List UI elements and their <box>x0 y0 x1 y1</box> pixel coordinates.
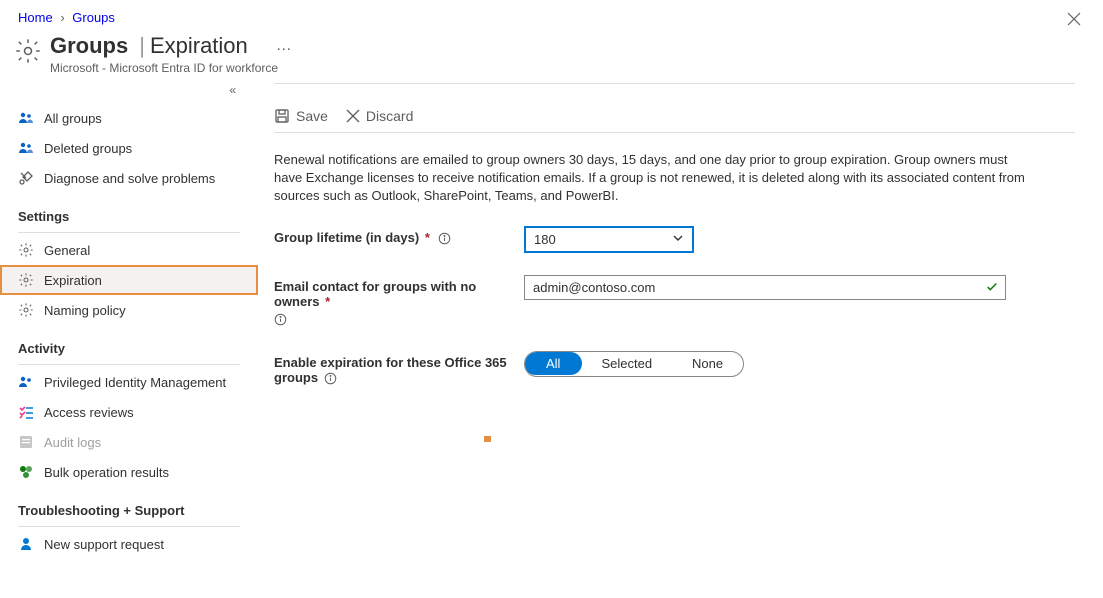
sidebar-item-diagnose[interactable]: Diagnose and solve problems <box>0 163 258 193</box>
gear-icon <box>18 272 34 288</box>
info-icon[interactable] <box>274 313 524 329</box>
sidebar-section-settings: Settings <box>0 193 258 230</box>
sidebar-section-activity: Activity <box>0 325 258 362</box>
page-header: Groups | Expiration … Microsoft - Micros… <box>0 33 1103 83</box>
sidebar-item-general[interactable]: General <box>0 235 258 265</box>
email-value: admin@contoso.com <box>533 280 655 295</box>
sidebar-item-access-reviews[interactable]: Access reviews <box>0 397 258 427</box>
info-icon[interactable] <box>438 232 451 245</box>
lifetime-select[interactable]: 180 <box>524 226 694 253</box>
check-icon <box>985 280 999 297</box>
sidebar-label: Expiration <box>44 273 102 288</box>
main-content: Save Discard Renewal notifications are e… <box>258 83 1103 559</box>
sidebar-item-audit-logs[interactable]: Audit logs <box>0 427 258 457</box>
breadcrumb: Home › Groups <box>0 0 1103 33</box>
sidebar-label: Naming policy <box>44 303 126 318</box>
email-input[interactable]: admin@contoso.com <box>524 275 1006 300</box>
gear-icon <box>18 242 34 258</box>
sidebar-label: Deleted groups <box>44 141 132 156</box>
enable-label: Enable expiration for these Office 365 g… <box>274 351 524 385</box>
sidebar-item-bulk-results[interactable]: Bulk operation results <box>0 457 258 487</box>
seg-all[interactable]: All <box>524 352 582 375</box>
selection-marker <box>484 436 491 442</box>
breadcrumb-groups[interactable]: Groups <box>72 10 115 25</box>
sidebar: « All groups Deleted groups Diagnose and… <box>0 83 258 559</box>
sidebar-item-support-request[interactable]: New support request <box>0 529 258 559</box>
close-button[interactable] <box>1063 8 1085 35</box>
sidebar-label: Privileged Identity Management <box>44 375 226 390</box>
gear-icon <box>14 37 42 65</box>
email-label: Email contact for groups with no owners … <box>274 275 524 329</box>
bulk-icon <box>18 464 34 480</box>
sidebar-label: General <box>44 243 90 258</box>
sidebar-item-all-groups[interactable]: All groups <box>0 103 258 133</box>
breadcrumb-home[interactable]: Home <box>18 10 53 25</box>
sidebar-item-pim[interactable]: Privileged Identity Management <box>0 367 258 397</box>
sidebar-label: New support request <box>44 537 164 552</box>
sidebar-label: All groups <box>44 111 102 126</box>
info-text: Renewal notifications are emailed to gro… <box>274 151 1034 206</box>
save-button[interactable]: Save <box>274 108 328 124</box>
sidebar-label: Bulk operation results <box>44 465 169 480</box>
people-icon <box>18 110 34 126</box>
lifetime-value: 180 <box>534 232 556 247</box>
save-icon <box>274 108 290 124</box>
discard-button[interactable]: Discard <box>346 108 413 124</box>
sidebar-label: Audit logs <box>44 435 101 450</box>
toolbar: Save Discard <box>274 106 1075 133</box>
info-icon[interactable] <box>324 372 337 385</box>
log-icon <box>18 434 34 450</box>
more-icon[interactable]: … <box>276 37 293 55</box>
sidebar-item-deleted-groups[interactable]: Deleted groups <box>0 133 258 163</box>
checklist-icon <box>18 404 34 420</box>
gear-icon <box>18 302 34 318</box>
support-icon <box>18 536 34 552</box>
sidebar-section-troubleshooting: Troubleshooting + Support <box>0 487 258 524</box>
people-icon <box>18 374 34 390</box>
chevron-down-icon <box>672 232 684 247</box>
sidebar-label: Diagnose and solve problems <box>44 171 215 186</box>
lifetime-label: Group lifetime (in days) * <box>274 226 524 245</box>
people-icon <box>18 140 34 156</box>
seg-none[interactable]: None <box>672 353 743 374</box>
close-icon <box>1067 12 1081 26</box>
seg-selected[interactable]: Selected <box>581 353 672 374</box>
collapse-sidebar-button[interactable]: « <box>0 83 258 103</box>
page-subtitle: Microsoft - Microsoft Entra ID for workf… <box>50 61 293 75</box>
sidebar-item-expiration[interactable]: Expiration <box>0 265 258 295</box>
discard-icon <box>346 109 360 123</box>
page-title: Groups | Expiration … <box>50 33 293 59</box>
diagnose-icon <box>18 170 34 186</box>
sidebar-label: Access reviews <box>44 405 134 420</box>
enable-expiration-segmented[interactable]: All Selected None <box>524 351 744 377</box>
sidebar-item-naming-policy[interactable]: Naming policy <box>0 295 258 325</box>
chevron-right-icon: › <box>60 10 64 25</box>
